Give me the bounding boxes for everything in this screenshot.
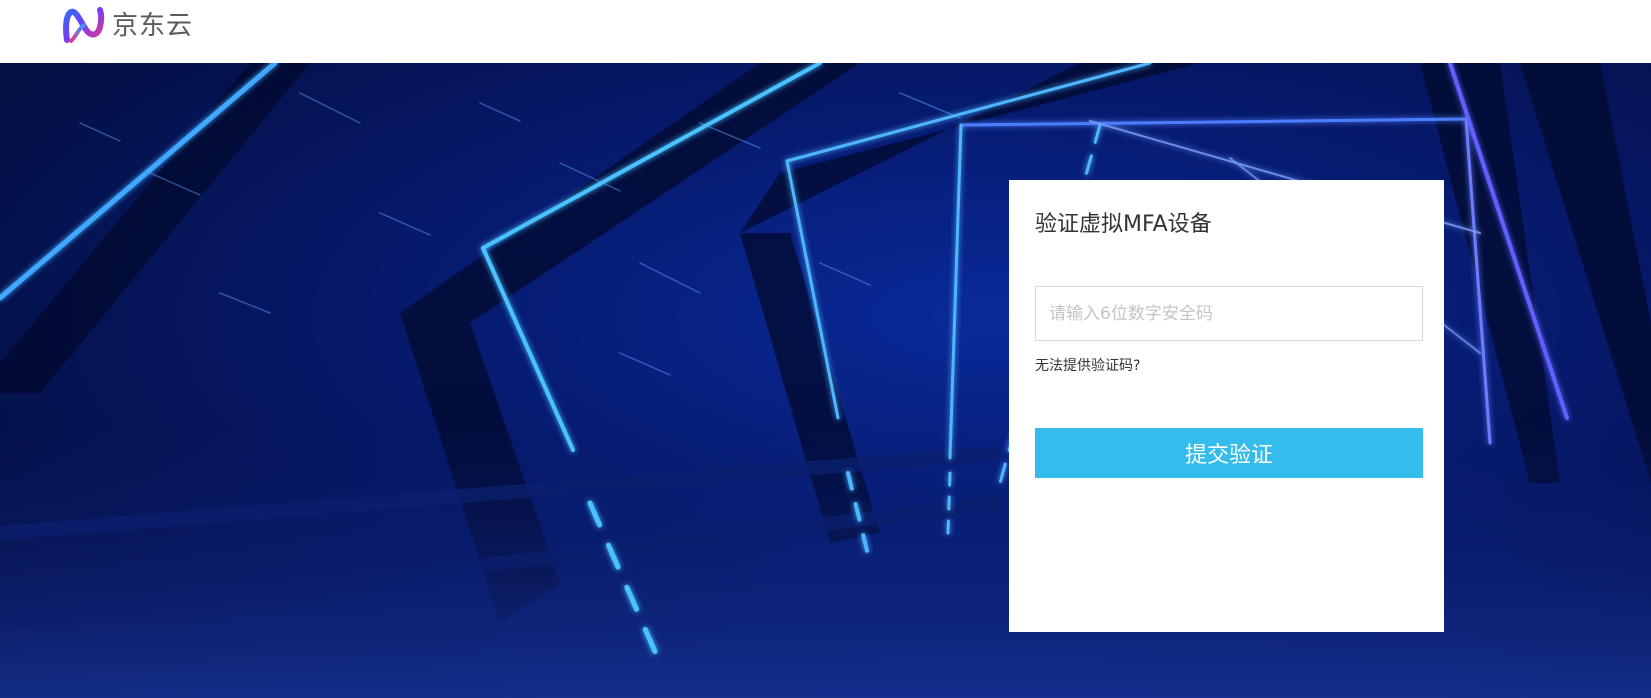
cannot-provide-code-link[interactable]: 无法提供验证码? xyxy=(1035,355,1140,375)
panel-title: 验证虚拟MFA设备 xyxy=(1035,212,1212,237)
mfa-verification-panel: 验证虚拟MFA设备 无法提供验证码? 提交验证 xyxy=(1009,180,1444,632)
top-header: 京东云 xyxy=(0,0,1651,63)
security-code-input[interactable] xyxy=(1035,286,1423,341)
submit-verification-button[interactable]: 提交验证 xyxy=(1035,428,1423,478)
logo-text: 京东云 xyxy=(112,11,194,41)
jd-cloud-logo[interactable]: 京东云 xyxy=(62,6,193,46)
jd-cloud-logo-icon xyxy=(63,7,105,43)
